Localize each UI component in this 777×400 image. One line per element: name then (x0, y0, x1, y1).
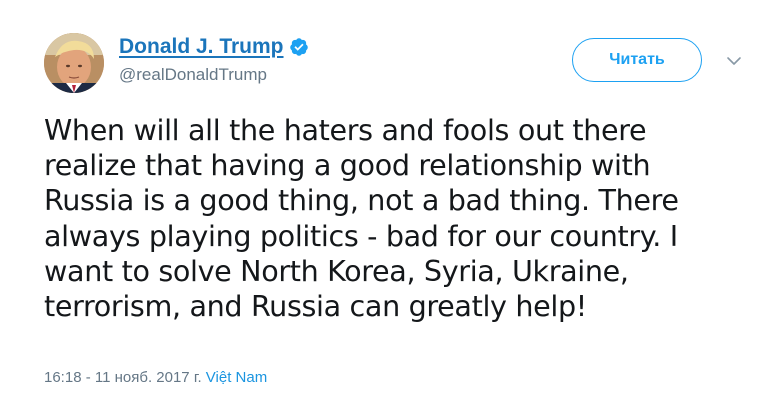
chevron-down-icon[interactable] (726, 54, 742, 66)
verified-badge-icon (289, 37, 309, 57)
tweet-text: When will all the haters and fools out t… (44, 113, 679, 324)
follow-button[interactable]: Читать (572, 38, 702, 82)
tweet-metadata: 16:18 - 11 нояб. 2017 г. Việt Nam (44, 369, 267, 386)
avatar-image (44, 33, 104, 93)
tweet-card: Donald J. Trump @realDonaldTrump Читать … (0, 0, 777, 400)
avatar[interactable] (44, 33, 104, 93)
tweet-location-link[interactable]: Việt Nam (206, 369, 267, 386)
name-row: Donald J. Trump (119, 35, 309, 59)
tweet-timestamp[interactable]: 16:18 - 11 нояб. 2017 г. (44, 369, 202, 386)
display-name-link[interactable]: Donald J. Trump (119, 35, 284, 59)
user-handle[interactable]: @realDonaldTrump (119, 65, 267, 85)
